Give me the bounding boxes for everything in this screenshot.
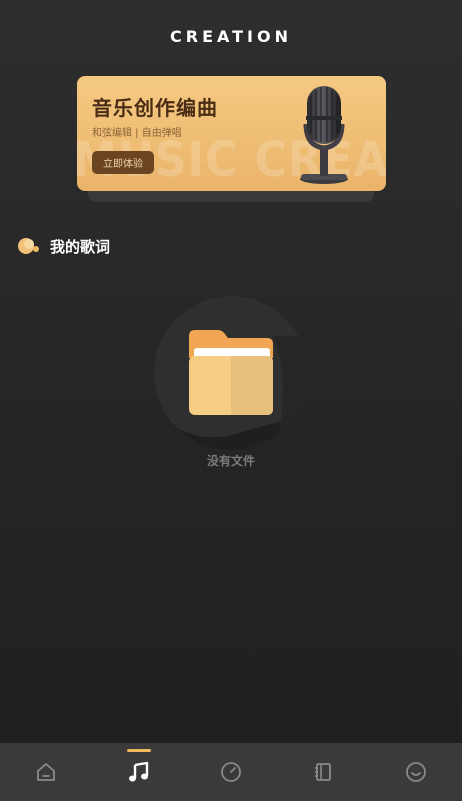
banner-title: 音乐创作编曲 bbox=[92, 96, 218, 120]
my-lyrics-section: 我的歌词 bbox=[18, 234, 110, 258]
nav-item-home[interactable] bbox=[16, 743, 76, 801]
lyrics-bubble-icon bbox=[18, 238, 39, 254]
notebook-icon bbox=[315, 763, 332, 781]
nav-item-music[interactable] bbox=[109, 743, 169, 801]
music-note-icon bbox=[128, 761, 148, 782]
folder-icon bbox=[154, 330, 308, 450]
section-title: 我的歌词 bbox=[50, 237, 111, 256]
smile-icon bbox=[405, 762, 426, 782]
microphone-icon bbox=[300, 86, 348, 184]
active-tab-indicator bbox=[126, 749, 151, 752]
compass-icon bbox=[221, 762, 241, 782]
nav-item-notebook[interactable] bbox=[293, 743, 353, 801]
try-now-button[interactable]: 立即体验 bbox=[92, 151, 154, 174]
empty-state-label: 没有文件 bbox=[206, 454, 255, 468]
home-icon bbox=[37, 763, 56, 781]
nav-item-compass[interactable] bbox=[201, 743, 261, 801]
header: CREATION bbox=[0, 0, 462, 72]
nav-item-profile[interactable] bbox=[386, 743, 446, 801]
bottom-nav bbox=[0, 743, 462, 801]
page-title: CREATION bbox=[170, 26, 292, 46]
banner-subtitle: 和弦编辑 | 自由弹唱 bbox=[92, 128, 182, 139]
music-creation-banner[interactable]: MUSIC CREATIO 音乐创作编曲 和弦编辑 | 自由弹唱 立即体验 bbox=[77, 76, 386, 191]
empty-state-circle bbox=[154, 296, 308, 450]
